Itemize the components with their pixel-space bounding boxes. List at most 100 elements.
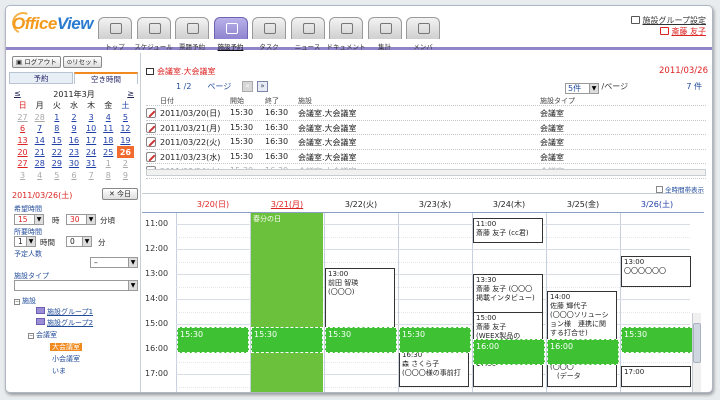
tree-room-large[interactable]: 大会議室 xyxy=(50,342,82,352)
tab-label[interactable]: メンバ xyxy=(398,41,448,51)
free-slot[interactable]: 15:30 xyxy=(399,326,471,353)
calendar-day[interactable]: 28 xyxy=(31,158,48,170)
calendar-day[interactable]: 22 xyxy=(48,146,65,158)
day-column[interactable] xyxy=(176,213,250,392)
list-row[interactable]: 2011/03/21(月) 15:30 16:30 会議室.大会議室 会議室 xyxy=(146,121,706,135)
tab-folder[interactable] xyxy=(175,17,209,39)
tab-tally[interactable] xyxy=(367,17,402,39)
day-header[interactable]: 3/26(土) xyxy=(620,199,694,210)
event-block[interactable]: 11:00 斎藤 友子 (cc君) xyxy=(473,218,543,243)
event-block[interactable]: 14:00 佐藤 輝代子 (〇〇〇ソリューシ ョン様 連携に関 する打合せ) xyxy=(547,290,617,347)
calendar-day[interactable]: 4 xyxy=(31,170,48,182)
calendar-day[interactable]: 28 xyxy=(31,112,48,124)
tab-task[interactable] xyxy=(252,17,286,39)
tab-facility[interactable] xyxy=(213,17,248,39)
day-header[interactable]: 3/21(月) xyxy=(250,199,324,210)
free-slot[interactable]: 15:30 xyxy=(177,326,249,353)
tree-group-2-link[interactable]: 施設グループ2 xyxy=(47,319,93,327)
calendar-day[interactable]: 23 xyxy=(65,146,82,158)
calendar-day[interactable]: 1 xyxy=(48,112,65,124)
next-page-button[interactable]: » xyxy=(257,81,268,92)
holiday-block[interactable] xyxy=(251,213,323,392)
collapse-icon[interactable]: − xyxy=(14,299,20,305)
calendar-day[interactable]: 17 xyxy=(83,135,100,147)
tab-home[interactable] xyxy=(98,17,132,39)
people-select[interactable]: – ▼ xyxy=(90,257,138,268)
logout-button[interactable]: ▣ ログアウト xyxy=(12,56,61,68)
minute-select[interactable]: 30 ▼ xyxy=(66,214,96,225)
scroll-thumb[interactable] xyxy=(693,323,701,363)
calendar-day[interactable]: 27 xyxy=(14,112,31,124)
tab-document[interactable] xyxy=(329,17,363,39)
per-page-select[interactable]: 5件 ▼ xyxy=(565,83,599,94)
tree-group-1-link[interactable]: 施設グループ1 xyxy=(47,308,93,316)
tree-room-group[interactable]: − 会議室 xyxy=(28,330,57,340)
current-user-link[interactable]: 斎藤 友子 xyxy=(671,27,706,36)
calendar-day[interactable]: 29 xyxy=(48,158,65,170)
free-slot[interactable]: 16:00 xyxy=(547,339,619,366)
calendar-day[interactable]: 2 xyxy=(65,112,82,124)
collapse-icon[interactable]: − xyxy=(28,333,34,339)
duration-minute-select[interactable]: 0 ▼ xyxy=(66,236,92,247)
calendar-day[interactable]: 26 xyxy=(116,146,134,158)
checkbox-icon[interactable] xyxy=(656,186,663,193)
calendar-day[interactable]: 5 xyxy=(48,170,65,182)
calendar-day[interactable]: 20 xyxy=(14,146,31,158)
calendar-day[interactable]: 31 xyxy=(83,158,100,170)
calendar-day[interactable]: 24 xyxy=(83,146,100,158)
calendar-day[interactable]: 5 xyxy=(117,112,134,124)
calendar-day[interactable]: 10 xyxy=(83,123,100,135)
schedule-vertical-scrollbar[interactable] xyxy=(692,313,701,392)
calendar-day[interactable]: 7 xyxy=(83,170,100,182)
today-button[interactable]: ✕ 今日 xyxy=(102,188,138,200)
day-header[interactable]: 3/24(木) xyxy=(472,199,546,210)
day-header[interactable]: 3/20(日) xyxy=(176,199,250,210)
tab-schedule[interactable] xyxy=(136,17,171,39)
day-header[interactable]: 3/22(火) xyxy=(324,199,398,210)
event-block[interactable]: 13:00 〇〇〇〇〇〇 xyxy=(621,255,691,287)
calendar-day[interactable]: 18 xyxy=(100,135,117,147)
day-header[interactable]: 3/23(水) xyxy=(398,199,472,210)
tab-free-time[interactable]: 空き時間 xyxy=(74,72,138,84)
calendar-day[interactable]: 8 xyxy=(100,170,117,182)
tree-group-1[interactable]: 施設グループ1 xyxy=(36,307,93,317)
prev-page-button[interactable]: « xyxy=(242,81,253,92)
calendar-day[interactable]: 4 xyxy=(100,112,117,124)
calendar-day[interactable]: 11 xyxy=(100,123,117,135)
free-slot[interactable]: 15:30 xyxy=(325,326,397,353)
reset-button[interactable]: ⊙リセット xyxy=(62,56,103,68)
calendar-day[interactable]: 13 xyxy=(14,135,31,147)
tab-reserve[interactable]: 予約 xyxy=(9,72,73,84)
calendar-day[interactable]: 2 xyxy=(117,158,134,170)
list-row[interactable]: 2011/03/20(日) 15:30 16:30 会議室.大会議室 会議室 xyxy=(146,106,706,121)
event-block[interactable]: 17:00 xyxy=(621,365,691,387)
calendar-day[interactable]: 27 xyxy=(14,158,31,170)
free-slot[interactable]: 15:30 xyxy=(251,326,323,353)
calendar-day[interactable]: 16 xyxy=(65,135,82,147)
calendar-day[interactable]: 19 xyxy=(117,135,134,147)
calendar-day[interactable]: 25 xyxy=(100,146,117,158)
calendar-day[interactable]: 1 xyxy=(100,158,117,170)
prev-month-link[interactable]: ≤ xyxy=(14,89,21,98)
edit-icon[interactable] xyxy=(146,108,156,118)
calendar-day[interactable]: 12 xyxy=(117,123,134,135)
calendar-day[interactable]: 14 xyxy=(31,135,48,147)
tree-room-other[interactable]: いま xyxy=(52,366,66,376)
app-logo[interactable]: OfficeView xyxy=(12,14,93,38)
edit-icon[interactable] xyxy=(146,151,156,162)
calendar-day[interactable]: 7 xyxy=(31,123,48,135)
calendar-day[interactable]: 30 xyxy=(65,158,82,170)
calendar-day[interactable]: 6 xyxy=(14,123,31,135)
hour-select[interactable]: 15 ▼ xyxy=(14,214,44,225)
day-header[interactable]: 3/25(金) xyxy=(546,199,620,210)
calendar-day[interactable]: 9 xyxy=(65,123,82,135)
next-month-link[interactable]: ≥ xyxy=(127,89,134,98)
event-block[interactable]: 16:30 森 さくら子 (〇〇〇様の事前打 xyxy=(399,349,469,387)
free-slot[interactable]: 15:30 xyxy=(621,326,693,353)
facility-group-settings-link[interactable]: 施設グループ設定 xyxy=(642,16,706,25)
tab-member[interactable] xyxy=(406,17,440,39)
calendar-day[interactable]: 15 xyxy=(48,135,65,147)
calendar-day[interactable]: 9 xyxy=(117,170,134,182)
free-slot[interactable]: 16:00 xyxy=(473,339,545,366)
tree-group-2[interactable]: 施設グループ2 xyxy=(36,318,93,328)
